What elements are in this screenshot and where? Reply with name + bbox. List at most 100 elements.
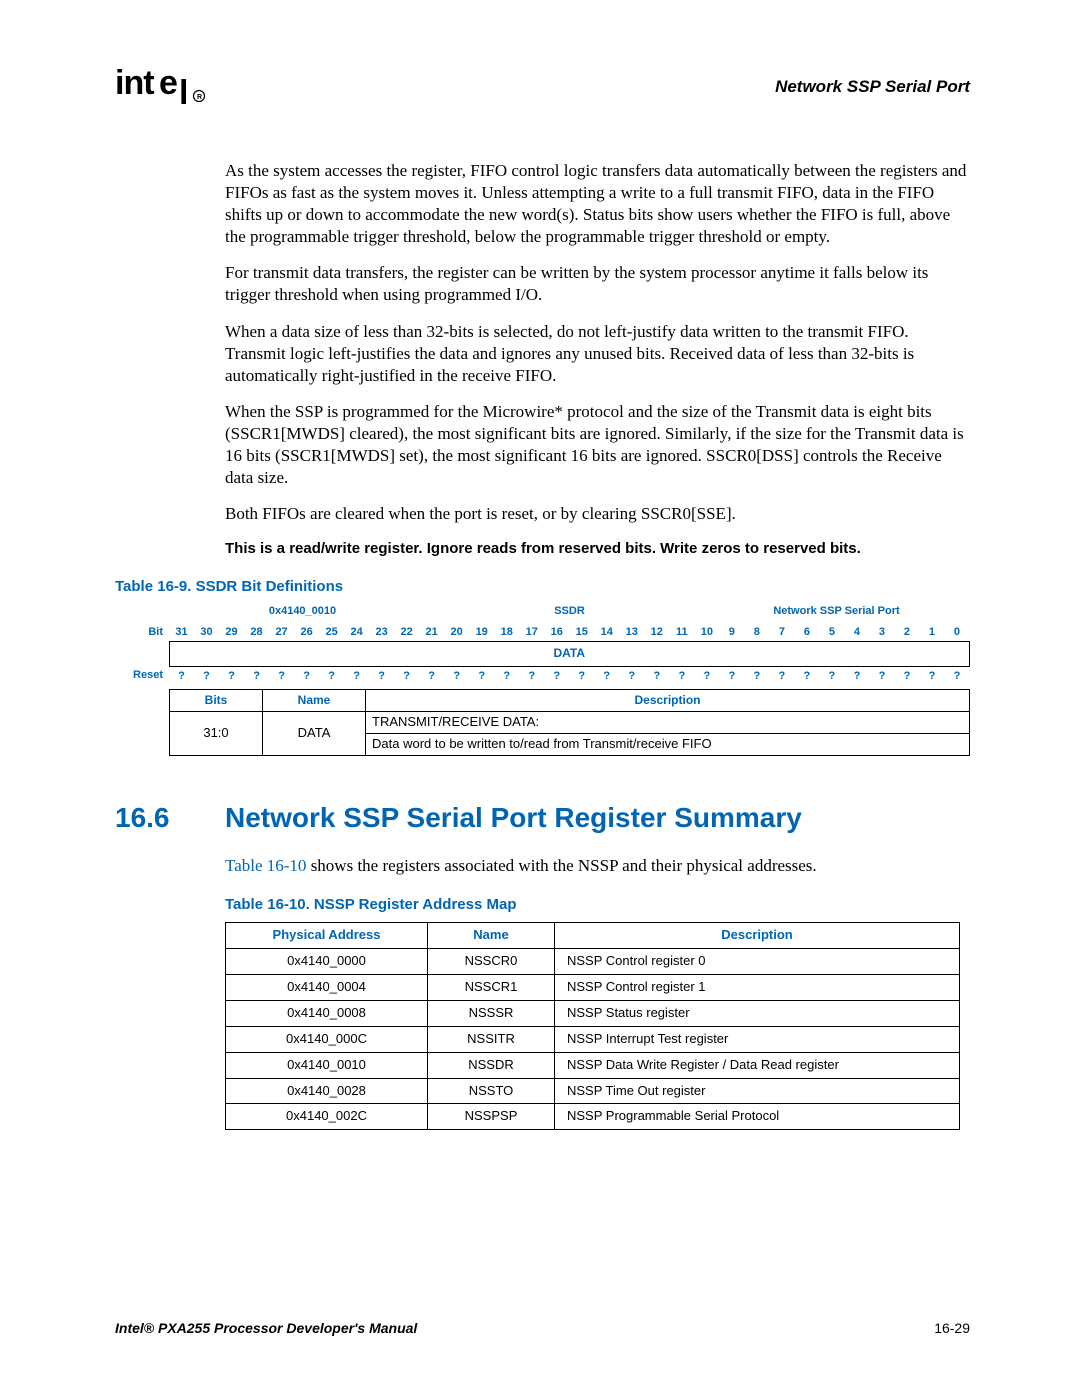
section-number: 16.6 [115,800,225,836]
reset-value: ? [694,666,719,685]
name-cell: NSSTO [428,1078,555,1104]
register-name: SSDR [436,604,703,618]
bit-row-label: Bit [115,623,169,642]
reset-value: ? [744,666,769,685]
reset-value: ? [844,666,869,685]
bit-number: 27 [269,623,294,642]
desc-col-header: Description [555,923,960,949]
name-col-header: Name [428,923,555,949]
register-module: Network SSP Serial Port [703,604,970,618]
reset-value: ? [769,666,794,685]
bit-number: 13 [619,623,644,642]
addr-cell: 0x4140_0028 [226,1078,428,1104]
name-cell: NSSCR0 [428,949,555,975]
footer-manual-title: Intel® PXA255 Processor Developer's Manu… [115,1319,417,1337]
bit-number: 11 [669,623,694,642]
paragraph-3: When a data size of less than 32-bits is… [225,321,970,387]
bit-number: 4 [844,623,869,642]
bit-number: 21 [419,623,444,642]
field-bits-value: 31:0 [170,712,263,756]
reset-value: ? [894,666,919,685]
bit-number: 19 [469,623,494,642]
reset-value: ? [244,666,269,685]
address-map-table: Physical Address Name Description 0x4140… [225,922,960,1130]
table-row: 0x4140_000CNSSITRNSSP Interrupt Test reg… [226,1026,960,1052]
reset-value: ? [294,666,319,685]
reset-value: ? [719,666,744,685]
addr-cell: 0x4140_002C [226,1104,428,1130]
desc-cell: NSSP Data Write Register / Data Read reg… [555,1052,960,1078]
svg-text:R: R [197,94,202,101]
bit-number: 10 [694,623,719,642]
section-intro: Table 16-10 shows the registers associat… [225,855,970,877]
svg-text:e: e [159,64,177,102]
reset-value: ? [369,666,394,685]
bit-number: 20 [444,623,469,642]
bit-number: 14 [594,623,619,642]
table-10-xref[interactable]: Table 16-10 [225,856,306,875]
reset-value: ? [419,666,444,685]
bit-number: 2 [894,623,919,642]
field-col-name: Name [263,689,366,712]
section-title: Network SSP Serial Port Register Summary [225,800,802,836]
desc-cell: NSSP Control register 1 [555,974,960,1000]
field-desc-line2: Data word to be written to/read from Tra… [366,734,970,756]
reset-value: ? [544,666,569,685]
reset-value: ? [319,666,344,685]
addr-cell: 0x4140_0000 [226,949,428,975]
desc-cell: NSSP Interrupt Test register [555,1026,960,1052]
svg-text:l: l [179,74,187,108]
name-cell: NSSITR [428,1026,555,1052]
bit-number: 28 [244,623,269,642]
register-note: This is a read/write register. Ignore re… [225,539,970,559]
bit-number: 15 [569,623,594,642]
bit-number: 29 [219,623,244,642]
table-10-caption: Table 16-10. NSSP Register Address Map [225,895,970,915]
bit-number: 3 [869,623,894,642]
paragraph-1: As the system accesses the register, FIF… [225,160,970,248]
table-row: 0x4140_0000NSSCR0NSSP Control register 0 [226,949,960,975]
reset-value: ? [469,666,494,685]
body-text: As the system accesses the register, FIF… [225,160,970,559]
field-desc-line1: TRANSMIT/RECEIVE DATA: [366,712,970,734]
addr-col-header: Physical Address [226,923,428,949]
name-cell: NSSPSP [428,1104,555,1130]
reset-value: ? [644,666,669,685]
reset-value: ? [444,666,469,685]
table-9-caption: Table 16-9. SSDR Bit Definitions [115,577,970,597]
doc-section-title: Network SSP Serial Port [775,60,970,98]
bit-number: 26 [294,623,319,642]
table-row: 0x4140_0028NSSTONSSP Time Out register [226,1078,960,1104]
reset-value: ? [494,666,519,685]
reset-value: ? [519,666,544,685]
bit-number: 24 [344,623,369,642]
reset-row-label: Reset [115,666,169,685]
bit-number: 7 [769,623,794,642]
data-field-label: DATA [169,641,970,666]
desc-cell: NSSP Status register [555,1000,960,1026]
table-row: 0x4140_0010NSSDRNSSP Data Write Register… [226,1052,960,1078]
table-row: 0x4140_0008NSSSRNSSP Status register [226,1000,960,1026]
bit-number: 23 [369,623,394,642]
addr-cell: 0x4140_0004 [226,974,428,1000]
desc-cell: NSSP Time Out register [555,1078,960,1104]
bit-number: 16 [544,623,569,642]
bit-number: 0 [944,623,969,642]
bit-number: 17 [519,623,544,642]
reset-value: ? [944,666,969,685]
reset-value: ? [594,666,619,685]
table-row: 0x4140_002CNSSPSPNSSP Programmable Seria… [226,1104,960,1130]
footer-page-number: 16-29 [934,1319,970,1337]
reset-value: ? [194,666,219,685]
bit-number: 1 [919,623,944,642]
bit-number: 9 [719,623,744,642]
register-address: 0x4140_0010 [169,604,436,618]
field-col-desc: Description [366,689,970,712]
paragraph-2: For transmit data transfers, the registe… [225,262,970,306]
bit-number: 25 [319,623,344,642]
bit-number: 12 [644,623,669,642]
addr-cell: 0x4140_0008 [226,1000,428,1026]
reset-value: ? [269,666,294,685]
reset-value: ? [869,666,894,685]
bit-number: 31 [169,623,194,642]
